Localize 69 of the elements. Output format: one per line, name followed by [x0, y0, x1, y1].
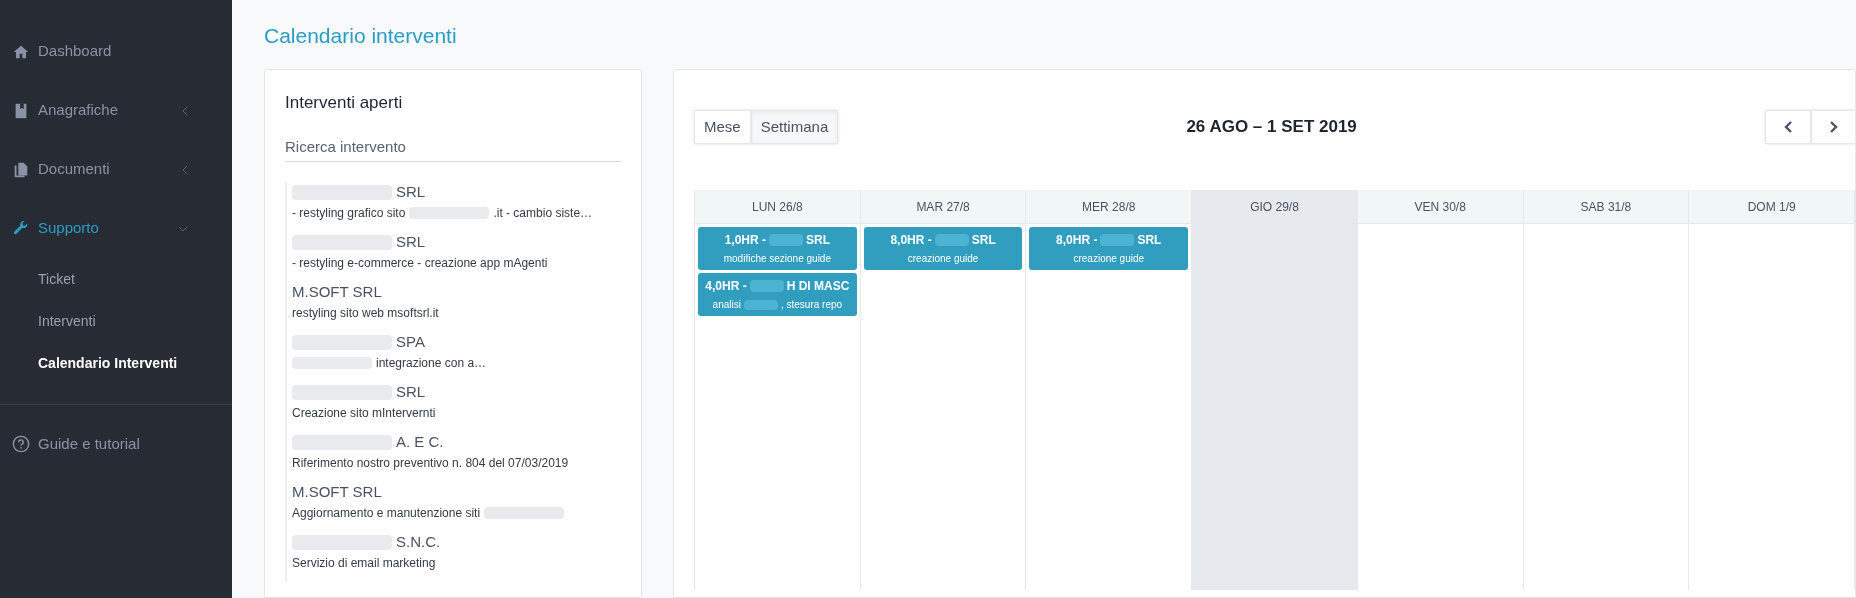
- intervention-description: Aggiornamento e manutenzione siti: [292, 504, 481, 522]
- event-title: 8,0HR -: [1056, 232, 1098, 249]
- previous-button[interactable]: [1765, 110, 1811, 144]
- event-title: SRL: [971, 232, 996, 249]
- client-name: SRL: [396, 182, 426, 203]
- documents-icon: [12, 160, 30, 179]
- sidebar-item[interactable]: Anagrafiche: [0, 81, 232, 140]
- day-header: DOM 1/9: [1689, 190, 1854, 224]
- event-title: 1,0HR -: [724, 232, 766, 249]
- day-header: SAB 31/8: [1523, 190, 1689, 224]
- intervention-description: integrazione con a…: [376, 354, 487, 372]
- client-name: A. E C.: [396, 432, 444, 453]
- view-tab[interactable]: Settimana: [750, 110, 839, 144]
- view-tab[interactable]: Mese: [694, 110, 751, 144]
- client-name: SRL: [396, 232, 426, 253]
- intervention-item[interactable]: S.N.C. Servizio di email marketing: [285, 531, 621, 582]
- event-title: 8,0HR -: [890, 232, 932, 249]
- day-header: MER 28/8: [1026, 190, 1192, 224]
- panel-title: Interventi aperti: [285, 92, 404, 114]
- chevron-left-icon: [1783, 120, 1793, 134]
- page-title: Calendario interventi: [264, 23, 458, 49]
- intervention-item[interactable]: M.SOFT SRL restyling sito web msoftsrl.it: [285, 281, 621, 332]
- intervention-item[interactable]: SRL - restyling e-commerce - creazione app mAgenti: [285, 231, 621, 282]
- redacted-blur: [1100, 234, 1135, 246]
- intervention-description: .it - cambio siste…: [493, 204, 593, 222]
- day-header: VEN 30/8: [1357, 190, 1523, 224]
- event-title: SRL: [806, 232, 830, 249]
- client-name: SRL: [396, 382, 426, 403]
- client-name: M.SOFT SRL: [292, 282, 382, 303]
- intervention-description: - restyling e-commerce - creazione app mAgenti: [292, 254, 548, 272]
- intervention-description: Creazione sito mIntervernti: [292, 404, 436, 422]
- client-name: S.N.C.: [396, 532, 441, 553]
- intervention-description: Servizio di email marketing: [292, 554, 436, 572]
- next-button[interactable]: [1811, 110, 1855, 144]
- intervention-item[interactable]: SRL Creazione sito mIntervernti: [285, 381, 621, 432]
- event-description: creazione guide: [907, 252, 979, 266]
- help-icon: [12, 435, 30, 453]
- sidebar-item[interactable]: Supporto: [0, 199, 232, 258]
- search-field[interactable]: Ricerca intervento: [285, 131, 621, 162]
- redacted-blur: [934, 234, 969, 246]
- day-header: LUN 26/8: [695, 190, 860, 224]
- intervention-description: - restyling grafico sito: [292, 204, 406, 222]
- redacted-blur: [749, 280, 784, 292]
- sidebar-item[interactable]: Dashboard: [0, 22, 232, 81]
- event-description: , stesura repo: [780, 298, 843, 312]
- client-name: M.SOFT SRL: [292, 482, 382, 503]
- sidebar-item[interactable]: Documenti: [0, 140, 232, 199]
- sidebar-subitem[interactable]: Ticket: [0, 258, 232, 300]
- sidebar-item[interactable]: Guide e tutorial: [0, 419, 232, 469]
- sidebar-subitem[interactable]: Calendario Interventi: [0, 342, 232, 384]
- redacted-blur: [743, 299, 778, 310]
- event-description: creazione guide: [1073, 252, 1145, 266]
- intervention-item[interactable]: SRL - restyling grafico sito .it - cambio siste…: [285, 181, 621, 232]
- client-name: SPA: [396, 332, 425, 353]
- event-title: H DI MASC: [786, 278, 850, 295]
- chevron-right-icon: [1829, 120, 1839, 134]
- sidebar-subitem[interactable]: Interventi: [0, 300, 232, 342]
- day-header: MAR 27/8: [860, 190, 1026, 224]
- event-description: modifiche sezione guide: [723, 252, 831, 266]
- event-title: SRL: [1137, 232, 1162, 249]
- intervention-item[interactable]: SPA integrazione con a…: [285, 331, 621, 382]
- date-range-title: 26 AGO – 1 SET 2019: [1186, 116, 1358, 139]
- event-description: analisi: [712, 298, 741, 312]
- redacted-blur: [769, 234, 803, 246]
- event-title: 4,0HR -: [705, 278, 747, 295]
- intervention-description: restyling sito web msoftsrl.it: [292, 304, 439, 322]
- intervention-description: Riferimento nostro preventivo n. 804 del 07/03/2019: [292, 454, 569, 472]
- intervention-item[interactable]: M.SOFT SRL Aggiornamento e manutenzione siti: [285, 481, 621, 532]
- intervention-item[interactable]: A. E C. Riferimento nostro preventivo n. 804 del 07/03/2019: [285, 431, 621, 482]
